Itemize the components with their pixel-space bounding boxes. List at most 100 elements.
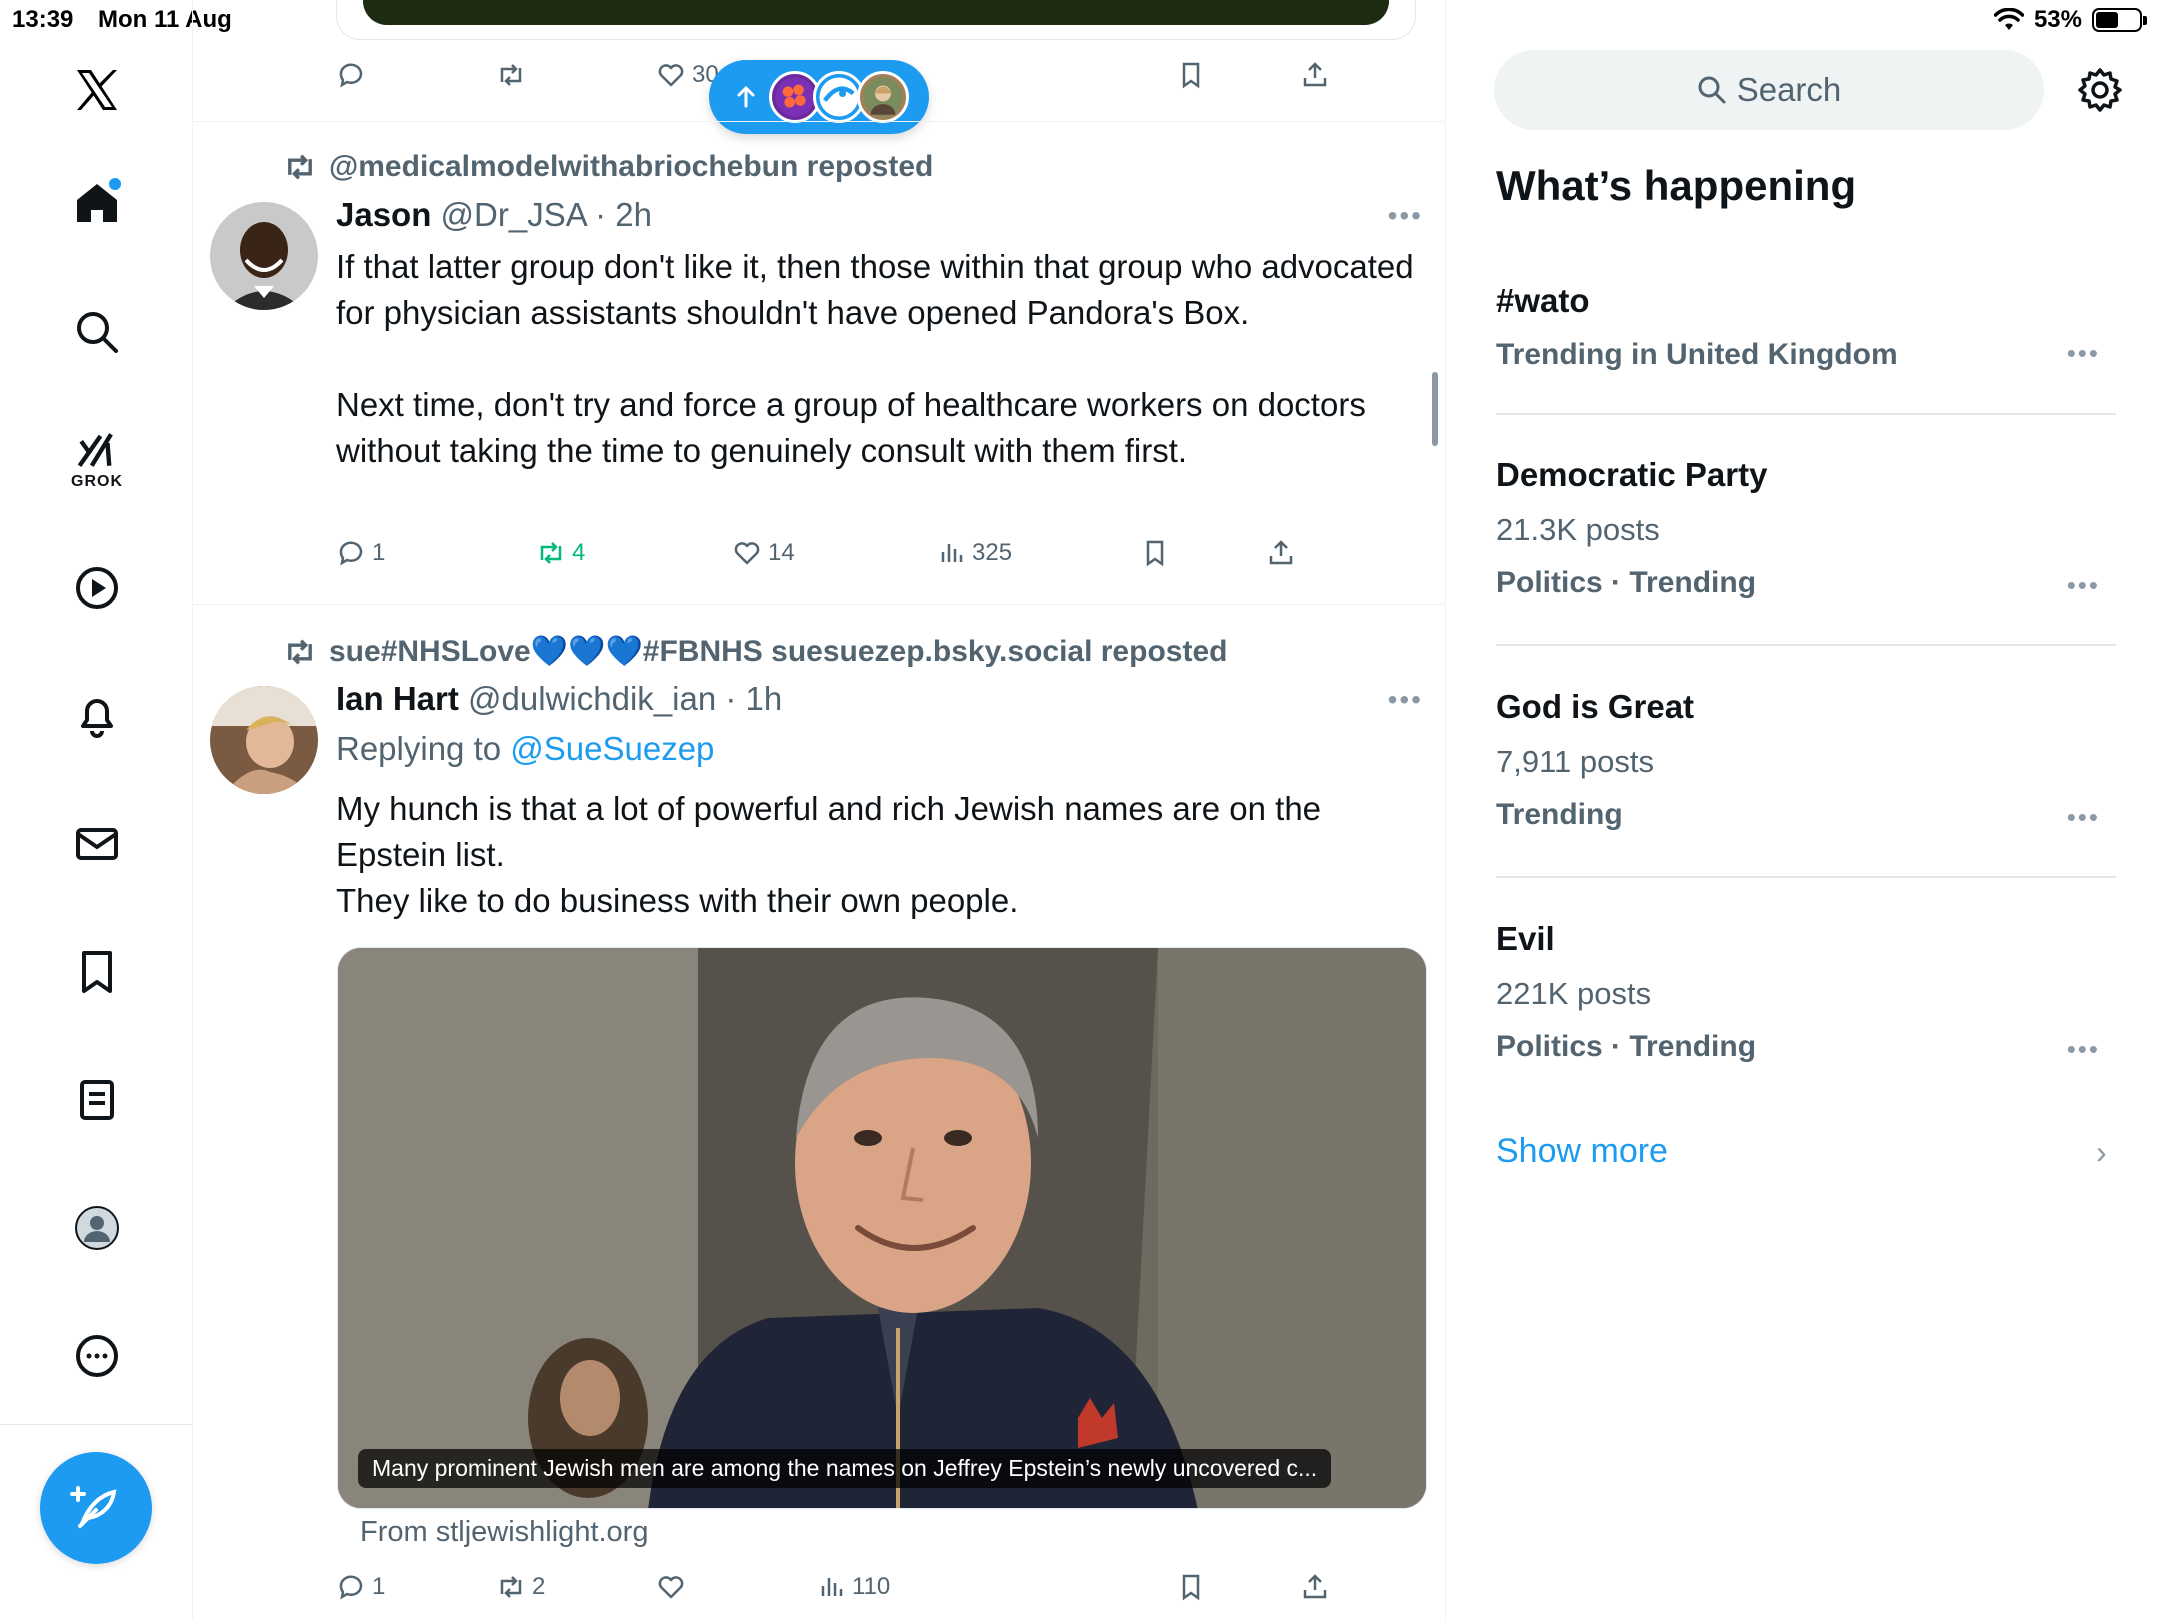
trend-name: #wato <box>1496 282 1590 319</box>
video-icon[interactable] <box>55 546 139 630</box>
trend-more-button[interactable]: ••• <box>2067 802 2100 833</box>
post-more-button[interactable]: ••• <box>1388 200 1423 232</box>
settings-gear-icon[interactable] <box>2076 66 2124 114</box>
link-source[interactable]: From stljewishlight.org <box>360 1516 648 1549</box>
link-card-image[interactable]: Many prominent Jewish men are among the … <box>337 947 1427 1509</box>
trend-more-button[interactable]: ••• <box>2067 338 2100 369</box>
trend-post-count: 21.3K posts <box>1496 512 1660 547</box>
trend-item[interactable]: Democratic Party 21.3K posts Politics · … <box>1496 456 2116 600</box>
repost-attribution-text: @medicalmodelwithabriochebun reposted <box>329 150 934 183</box>
search-icon <box>1698 76 1726 104</box>
post-actions: 1 2 110 <box>336 1572 1327 1612</box>
repost-button[interactable]: 2 <box>496 1572 545 1602</box>
avatar[interactable] <box>210 202 318 310</box>
trend-item[interactable]: Evil 221K posts Politics · Trending ••• <box>1496 920 2116 1064</box>
trend-item[interactable]: #wato Trending in United Kingdom ••• <box>1496 282 2116 372</box>
search-nav-icon[interactable] <box>55 290 139 374</box>
replying-to: Replying to @SueSuezep <box>336 730 714 768</box>
trend-more-button[interactable]: ••• <box>2067 570 2100 601</box>
post-text-paragraph: Next time, don't try and force a group o… <box>336 386 1366 469</box>
heart-icon <box>734 542 760 565</box>
bookmarks-icon[interactable] <box>55 930 139 1014</box>
like-button[interactable] <box>656 1572 686 1602</box>
share-button[interactable] <box>1266 538 1296 568</box>
show-more-link[interactable]: Show more <box>1496 1132 1668 1171</box>
profile-icon[interactable] <box>55 1186 139 1270</box>
like-button[interactable]: 30 <box>656 60 719 90</box>
post-more-button[interactable]: ••• <box>1388 684 1423 716</box>
trend-post-count: 7,911 posts <box>1496 744 1654 779</box>
repost-icon <box>500 1576 522 1598</box>
grok-label: GROK <box>71 473 123 490</box>
timeline: 30 @medicalmodelwithabriochebun reposted <box>193 0 1446 1620</box>
reply-button[interactable]: 1 <box>336 1572 385 1602</box>
views-button[interactable]: 110 <box>816 1572 890 1602</box>
post-text: If that latter group don't like it, then… <box>336 244 1426 474</box>
views-count: 325 <box>972 539 1013 566</box>
reply-button[interactable]: 1 <box>336 538 385 568</box>
notifications-icon[interactable] <box>55 674 139 758</box>
messages-icon[interactable] <box>55 802 139 886</box>
bookmark-button[interactable] <box>1176 1572 1206 1602</box>
trend-name: Evil <box>1496 920 1555 957</box>
views-button[interactable]: 325 <box>936 538 1012 568</box>
compose-feather-icon <box>70 1486 117 1528</box>
replying-to-handle[interactable]: @SueSuezep <box>510 730 714 767</box>
trend-divider <box>1496 413 2116 415</box>
trend-item[interactable]: God is Great 7,911 posts Trending ••• <box>1496 688 2116 832</box>
like-button[interactable]: 14 <box>732 538 795 568</box>
home-icon[interactable] <box>55 160 139 244</box>
repost-attribution-text: sue#NHSLove💙💙💙#FBNHS suesuezep.bsky.soci… <box>329 635 1228 668</box>
trend-divider <box>1496 644 2116 646</box>
post-header: Jason @Dr_JSA · 2h <box>336 196 652 234</box>
share-button[interactable] <box>1300 1572 1330 1602</box>
post-text: My hunch is that a lot of powerful and r… <box>336 786 1426 924</box>
bookmark-button[interactable] <box>1176 60 1206 90</box>
arrow-up-icon <box>737 85 755 108</box>
bookmark-icon <box>1182 62 1200 89</box>
trend-more-button[interactable]: ••• <box>2067 1034 2100 1065</box>
trend-context: Trending <box>1496 798 1623 831</box>
views-icon <box>941 544 963 562</box>
post-actions: 1 4 14 325 <box>336 538 1326 578</box>
reply-icon <box>339 63 363 88</box>
reply-icon <box>339 541 363 566</box>
search-input[interactable]: Search <box>1494 50 2044 130</box>
reply-button[interactable] <box>336 60 366 90</box>
repost-icon <box>288 638 312 665</box>
repost-count: 4 <box>572 539 586 566</box>
compose-button[interactable] <box>40 1452 152 1564</box>
trend-name: God is Great <box>1496 688 1695 725</box>
chevron-right-icon: › <box>2096 1134 2107 1170</box>
search-placeholder: Search <box>1736 71 1842 108</box>
install-button[interactable] <box>363 0 1389 25</box>
post-header: Ian Hart @dulwichdik_ian · 1h <box>336 680 782 718</box>
heart-icon <box>658 64 684 87</box>
share-button[interactable] <box>1300 60 1330 90</box>
repost-button[interactable] <box>496 60 526 90</box>
grok-icon[interactable]: GROK <box>55 418 139 502</box>
lists-icon[interactable] <box>55 1058 139 1142</box>
whats-happening-title: What’s happening <box>1496 162 1857 209</box>
left-nav: GROK <box>0 0 193 1620</box>
author-name[interactable]: Ian Hart <box>336 680 459 717</box>
post-text-paragraph: If that latter group don't like it, then… <box>336 248 1414 331</box>
more-icon[interactable] <box>55 1314 139 1398</box>
author-handle-time[interactable]: @Dr_JSA · 2h <box>441 196 652 233</box>
author-name[interactable]: Jason <box>336 196 431 233</box>
bookmark-button[interactable] <box>1140 538 1170 568</box>
views-count: 110 <box>852 1573 891 1600</box>
repost-attribution: @medicalmodelwithabriochebun reposted <box>283 150 933 184</box>
left-nav-divider <box>0 1424 193 1425</box>
avatar[interactable] <box>210 686 318 794</box>
x-logo-icon[interactable] <box>55 48 139 132</box>
author-handle-time[interactable]: @dulwichdik_ian · 1h <box>468 680 782 717</box>
trend-divider <box>1496 876 2116 878</box>
new-posts-pill[interactable] <box>709 60 929 134</box>
trend-context: Politics · Trending <box>1496 1030 1757 1063</box>
share-icon <box>1303 1574 1327 1599</box>
repost-icon <box>500 64 522 86</box>
right-sidebar: Search What’s happening #wato Trending i… <box>1446 0 2160 1620</box>
timeline-scrollbar[interactable] <box>1432 372 1438 446</box>
repost-button[interactable]: 4 <box>536 538 585 568</box>
